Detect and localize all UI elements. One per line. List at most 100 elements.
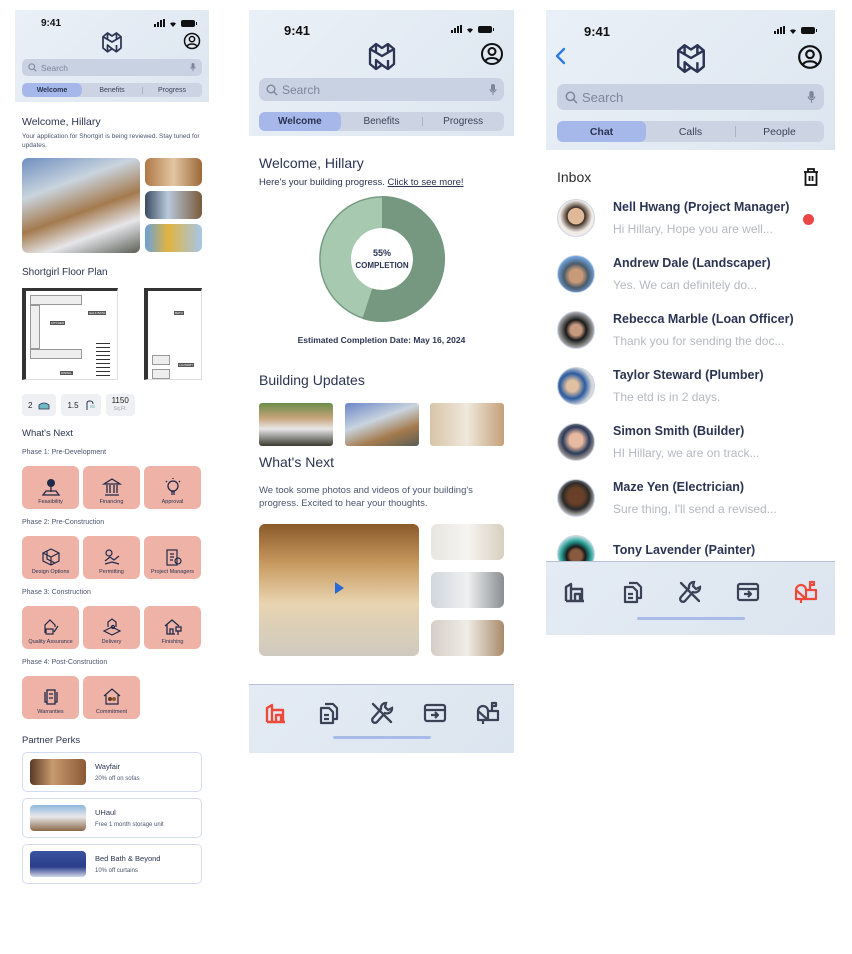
update-photo[interactable] <box>430 403 504 446</box>
clipboard-icon <box>165 549 182 566</box>
tab-progress[interactable]: Progress <box>142 83 202 97</box>
trash-icon[interactable] <box>801 167 821 187</box>
tile-financing[interactable]: Financing <box>83 466 140 509</box>
search-bar[interactable] <box>22 59 202 76</box>
contact-name: Andrew Dale (Landscaper) <box>613 256 771 270</box>
header: 9:41 Chat Calls People <box>546 10 835 150</box>
search-input[interactable] <box>282 82 489 97</box>
tab-benefits[interactable]: Benefits <box>341 112 423 131</box>
message-preview: Sure thing, I'll send a revised... <box>613 502 777 516</box>
documents-icon[interactable] <box>316 700 342 726</box>
home-icon[interactable] <box>263 700 289 726</box>
status-icons <box>774 26 817 34</box>
message-preview: HI Hillary, we are on track... <box>613 446 760 460</box>
profile-icon[interactable] <box>183 32 201 50</box>
play-icon[interactable] <box>335 582 344 594</box>
microphone-icon[interactable] <box>807 90 816 104</box>
mailbox-icon[interactable] <box>793 579 819 605</box>
battery-icon <box>801 26 817 34</box>
gallery-thumbnail[interactable] <box>145 224 202 252</box>
phase-title: Phase 2: Pre-Construction <box>22 519 105 526</box>
tools-icon[interactable] <box>677 579 703 605</box>
screen-progress: 9:41 Welcome Benefits Progress Welcome, … <box>249 10 514 753</box>
gallery-main-photo[interactable] <box>22 158 140 253</box>
tab-welcome[interactable]: Welcome <box>259 112 341 131</box>
tile-warranties[interactable]: Warranties <box>22 676 79 719</box>
tile-delivery[interactable]: Delivery <box>83 606 140 649</box>
search-input[interactable] <box>41 62 190 73</box>
message-item[interactable]: Nell Hwang (Project Manager) Hi Hillary,… <box>546 190 835 246</box>
message-item[interactable]: Maze Yen (Electrician) Sure thing, I'll … <box>546 470 835 526</box>
logo-icon <box>102 32 122 53</box>
tab-calls[interactable]: Calls <box>646 121 735 142</box>
message-item[interactable]: Rebecca Marble (Loan Officer) Thank you … <box>546 302 835 358</box>
tab-welcome[interactable]: Welcome <box>22 83 82 97</box>
avatar <box>557 479 595 517</box>
signal-icon <box>774 26 785 34</box>
message-preview: Thank you for sending the doc... <box>613 334 785 348</box>
message-item[interactable]: Taylor Steward (Plumber) The etd is in 2… <box>546 358 835 414</box>
bank-icon <box>101 478 122 496</box>
documents-icon[interactable] <box>620 579 646 605</box>
gallery-thumbnail[interactable] <box>145 191 202 219</box>
back-chevron-icon[interactable] <box>554 46 568 66</box>
message-preview: The etd is in 2 days. <box>613 390 721 404</box>
search-bar[interactable] <box>557 84 824 110</box>
search-input[interactable] <box>582 89 807 105</box>
tile-design-options[interactable]: Design Options <box>22 536 79 579</box>
payment-icon[interactable] <box>735 579 761 605</box>
update-photo[interactable] <box>259 403 333 446</box>
bottom-tab-bar <box>546 561 835 635</box>
search-bar[interactable] <box>259 78 504 101</box>
perk-name: UHaul <box>95 808 116 817</box>
perk-card-wayfair[interactable]: Wayfair 20% off on sofas <box>22 752 202 792</box>
gallery-thumbnail[interactable] <box>431 524 504 560</box>
status-icons <box>154 19 197 27</box>
gallery-thumbnail[interactable] <box>431 572 504 608</box>
tools-icon[interactable] <box>369 700 395 726</box>
payment-icon[interactable] <box>422 700 448 726</box>
tab-benefits[interactable]: Benefits <box>82 83 142 97</box>
tab-people[interactable]: People <box>735 121 824 142</box>
update-photo[interactable] <box>344 403 419 446</box>
home-icon[interactable] <box>562 579 588 605</box>
floor-plan-level-1[interactable]: KITCHEN HALF BATH DINING <box>22 288 118 380</box>
tile-label: Permitting <box>99 569 124 575</box>
perk-card-uhaul[interactable]: UHaul Free 1 month storage unit <box>22 798 202 838</box>
tile-project-managers[interactable]: Project Managers <box>144 536 201 579</box>
tile-feasibility[interactable]: Feasibility <box>22 466 79 509</box>
search-icon <box>266 84 278 95</box>
profile-icon[interactable] <box>797 44 823 70</box>
application-status-text: Your application for Shortgirl is being … <box>22 133 200 149</box>
tab-progress[interactable]: Progress <box>422 112 504 131</box>
gallery-thumbnail[interactable] <box>431 620 504 656</box>
tile-label: Finishing <box>161 639 184 645</box>
completion-percent-label: 55% <box>372 248 390 258</box>
microphone-icon[interactable] <box>190 63 196 72</box>
phase-title: Phase 3: Construction <box>22 589 91 596</box>
segmented-tabs: Chat Calls People <box>557 121 824 142</box>
tile-finishing[interactable]: Finishing <box>144 606 201 649</box>
video-thumbnail[interactable] <box>259 524 419 656</box>
lightbulb-icon <box>165 478 180 495</box>
mailbox-icon[interactable] <box>475 700 501 726</box>
tile-permitting[interactable]: Permitting <box>83 536 140 579</box>
floor-plan-label: LAUNDRY <box>178 363 195 367</box>
gallery-thumbnail[interactable] <box>145 158 202 186</box>
see-more-link[interactable]: Click to see more! <box>388 177 464 188</box>
tab-chat[interactable]: Chat <box>557 121 646 142</box>
tile-approval[interactable]: Approval <box>144 466 201 509</box>
message-item[interactable]: Simon Smith (Builder) HI Hillary, we are… <box>546 414 835 470</box>
tile-quality-assurance[interactable]: Quality Assurance <box>22 606 79 649</box>
microphone-icon[interactable] <box>489 83 497 96</box>
floor-plan-level-2[interactable]: BATH LAUNDRY <box>144 288 202 380</box>
completion-text-label: COMPLETION <box>355 261 409 270</box>
tile-label: Commitment <box>95 709 128 715</box>
battery-icon <box>181 19 197 27</box>
tile-commitment[interactable]: Commitment <box>83 676 140 719</box>
profile-icon[interactable] <box>480 42 504 66</box>
message-list: Nell Hwang (Project Manager) Hi Hillary,… <box>546 190 835 582</box>
perk-card-bed-bath-beyond[interactable]: Bed Bath & Beyond 10% off curtains <box>22 844 202 884</box>
message-item[interactable]: Andrew Dale (Landscaper) Yes. We can def… <box>546 246 835 302</box>
location-pin-icon <box>102 618 121 636</box>
